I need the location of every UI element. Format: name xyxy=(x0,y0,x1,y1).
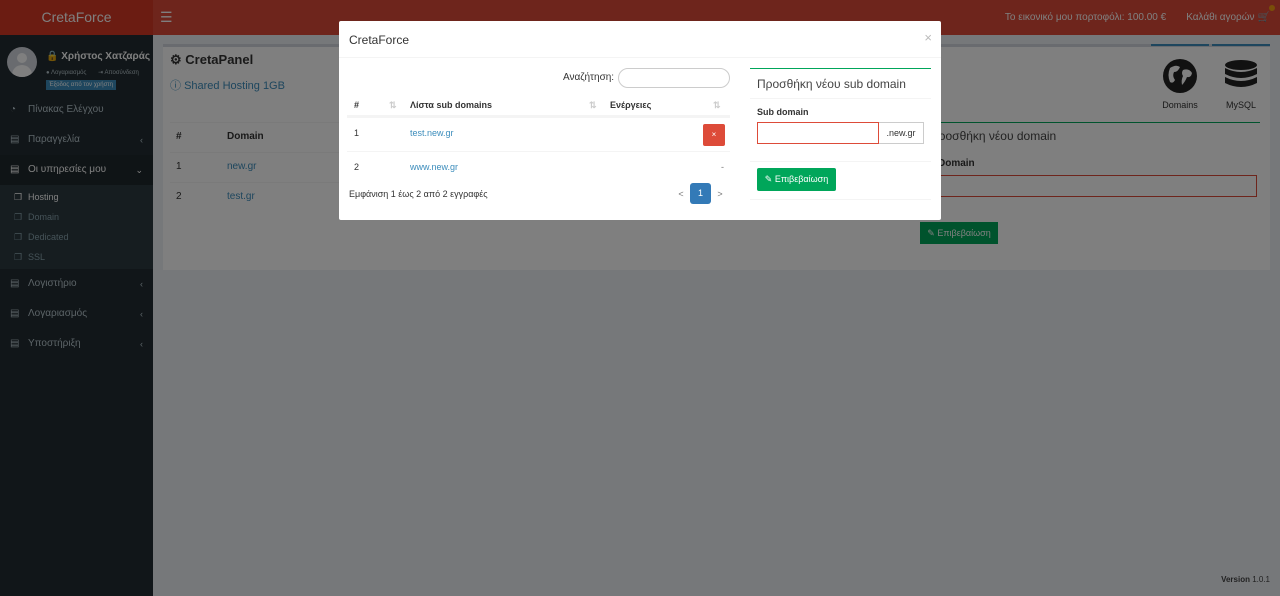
no-action: - xyxy=(721,162,724,172)
delete-button[interactable]: × xyxy=(703,124,725,146)
edit-icon: ✎ xyxy=(764,174,773,184)
subdomains-table: # ⇅ Λίστα sub domains ⇅ Ενέργειες ⇅ 1 te… xyxy=(347,92,730,185)
confirm-subdomain-button[interactable]: ✎ Επιβεβαίωση xyxy=(757,168,836,191)
subdomains-modal: CretaForce × Αναζήτηση: # ⇅ Λίστα sub do… xyxy=(339,21,941,220)
add-subdomain-title: Προσθήκη νέου sub domain xyxy=(757,77,906,91)
pagination-page[interactable]: 1 xyxy=(690,183,711,204)
col-subdomains[interactable]: Λίστα sub domains xyxy=(410,100,492,110)
pagination: < 1 > xyxy=(674,183,727,204)
table-info: Εμφάνιση 1 έως 2 από 2 εγγραφές xyxy=(349,189,488,199)
subdomain-link[interactable]: test.new.gr xyxy=(410,128,454,138)
divider xyxy=(750,199,931,200)
subdomain-input[interactable] xyxy=(757,122,879,144)
divider xyxy=(750,98,931,99)
search-input[interactable] xyxy=(618,68,730,88)
domain-suffix: .new.gr xyxy=(879,122,924,144)
divider xyxy=(750,161,931,162)
table-row: 2 www.new.gr - xyxy=(347,151,730,185)
close-icon[interactable]: × xyxy=(924,30,932,45)
table-header: # ⇅ Λίστα sub domains ⇅ Ενέργειες ⇅ xyxy=(347,92,730,117)
search-label: Αναζήτηση: xyxy=(563,72,615,83)
sort-asc-icon[interactable]: ⇅ xyxy=(389,100,397,111)
table-row: 1 test.new.gr × xyxy=(347,117,730,151)
modal-title: CretaForce xyxy=(349,33,410,47)
pagination-prev[interactable]: < xyxy=(674,189,688,199)
modal-header: CretaForce × xyxy=(339,21,941,58)
col-actions: Ενέργειες xyxy=(610,100,652,110)
subdomain-label: Sub domain xyxy=(757,107,809,117)
subdomain-link[interactable]: www.new.gr xyxy=(410,162,458,172)
pagination-next[interactable]: > xyxy=(713,189,727,199)
sort-icon[interactable]: ⇅ xyxy=(713,100,721,111)
add-subdomain-panel: Προσθήκη νέου sub domain Sub domain .new… xyxy=(750,68,931,200)
sort-icon[interactable]: ⇅ xyxy=(589,100,597,111)
